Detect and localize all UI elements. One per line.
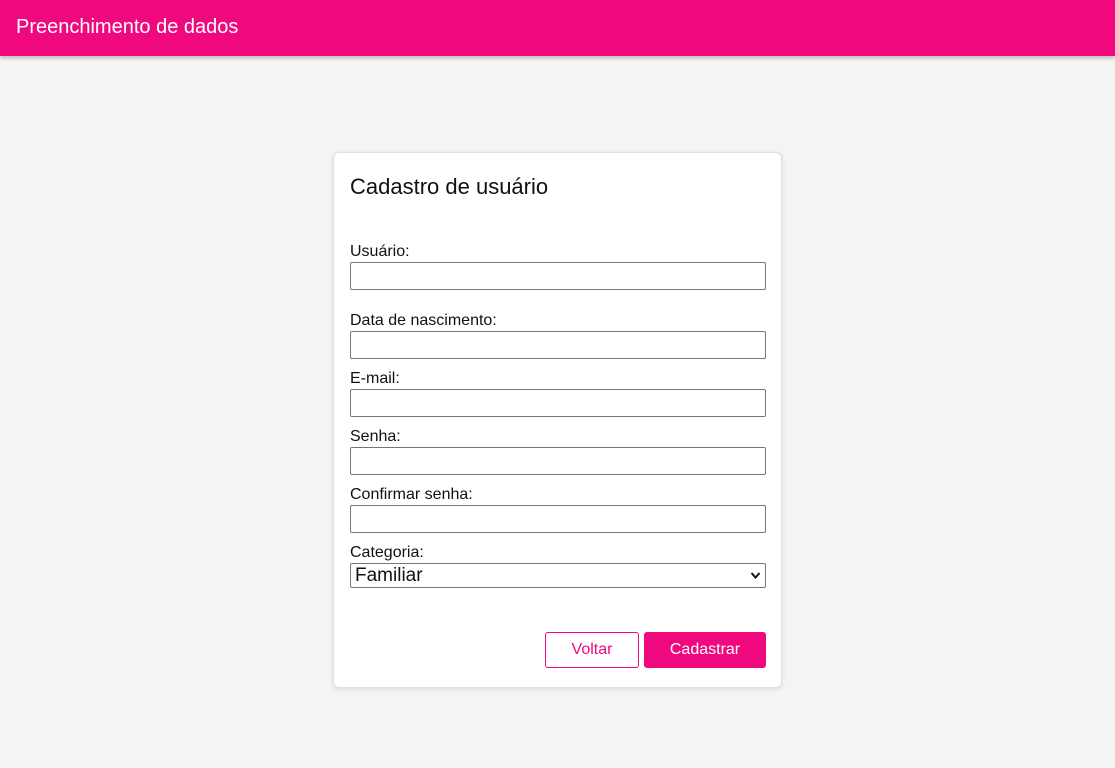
app-bar: Preenchimento de dados bbox=[0, 0, 1115, 56]
nascimento-label: Data de nascimento: bbox=[350, 312, 497, 329]
registration-card: Cadastro de usuário Usuário: Data de nas… bbox=[333, 152, 782, 688]
back-button[interactable]: Voltar bbox=[545, 632, 639, 668]
birthdate-input[interactable] bbox=[350, 331, 766, 359]
senha-label: Senha: bbox=[350, 428, 401, 445]
categoria-label: Categoria: bbox=[350, 544, 424, 561]
chevron-down-icon bbox=[750, 572, 761, 580]
submit-button[interactable]: Cadastrar bbox=[644, 632, 766, 668]
categoria-select[interactable]: Familiar bbox=[350, 563, 766, 588]
password-input[interactable] bbox=[350, 447, 766, 475]
email-input[interactable] bbox=[350, 389, 766, 417]
app-title: Preenchimento de dados bbox=[16, 15, 239, 38]
confirmar-senha-label: Confirmar senha: bbox=[350, 486, 473, 503]
email-label: E-mail: bbox=[350, 370, 400, 387]
form-title: Cadastro de usuário bbox=[350, 174, 549, 199]
usuario-input[interactable] bbox=[350, 262, 766, 290]
confirm-password-input[interactable] bbox=[350, 505, 766, 533]
usuario-label: Usuário: bbox=[350, 243, 410, 260]
categoria-selected-value: Familiar bbox=[355, 564, 423, 586]
